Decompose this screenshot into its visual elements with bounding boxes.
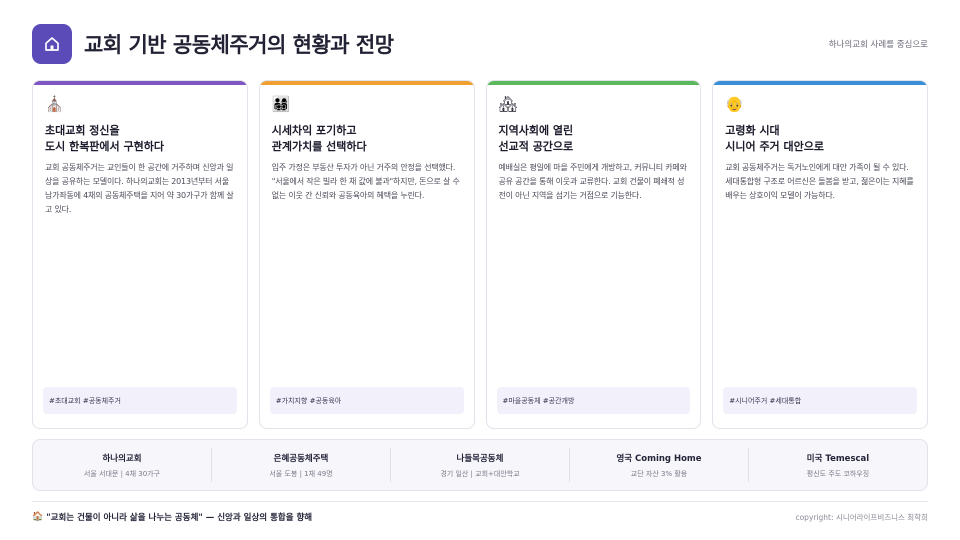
card-body: 예배실은 평일에 마을 주민에게 개방하고, 커뮤니티 카페와 공유 공간을 통…	[498, 163, 687, 200]
card-tags: #초대교회 #공동체주거	[43, 387, 237, 414]
example-item: 영국 Coming Home 교단 자산 3% 활용	[570, 448, 749, 482]
card-early-church: ⛪ 초대교회 정신을 도시 한복판에서 구현하다 교회 공동체주거는 교인들이 …	[32, 80, 248, 429]
header: 교회 기반 공동체주거의 현황과 전망 하나의교회 사례를 중심으로	[32, 24, 928, 64]
example-name: 은혜공동체주택	[273, 453, 329, 464]
card-title: 시세차익 포기하고 관계가치를 선택하다	[272, 123, 462, 155]
home-icon: 🏠	[32, 512, 44, 522]
example-detail: 교단 자산 3% 활용	[630, 469, 688, 478]
card-title: 초대교회 정신을 도시 한복판에서 구현하다	[45, 123, 235, 155]
church-icon: ⛪	[45, 95, 64, 113]
example-detail: 서울 도봉 | 1채 49명	[269, 469, 333, 478]
card-title-line: 시세차익 포기하고	[271, 124, 357, 137]
card-body: 교회 공동체주거는 독거노인에게 대안 가족이 될 수 있다. 세대통합형 구조…	[725, 163, 914, 200]
example-detail: 평신도 주도 코하우징	[806, 469, 870, 478]
card-senior-housing: 👴 고령화 시대 시니어 주거 대안으로 교회 공동체주거는 독거노인에게 대안…	[712, 80, 928, 429]
card-tags: #마을공동체 #공간개방	[496, 387, 691, 414]
example-name: 나들목공동체	[456, 453, 504, 464]
example-item: 하나의교회 서울 서대문 | 4채 30가구	[33, 448, 212, 482]
card-title: 고령화 시대 시니어 주거 대안으로	[725, 123, 915, 155]
card-missional-space: 🏘 지역사회에 열린 선교적 공간으로 예배실은 평일에 마을 주민에게 개방하…	[485, 80, 702, 429]
example-item: 나들목공동체 경기 일산 | 교회+대안학교	[391, 448, 570, 482]
card-title-line: 관계가치를 선택하다	[271, 140, 367, 153]
footer: 🏠 "교회는 건물이 아니라 삶을 나누는 공동체" — 신앙과 일상의 통합을…	[32, 510, 928, 524]
card-tags: #시니어주거 #세대통합	[723, 387, 917, 414]
card-grid: ⛪ 초대교회 정신을 도시 한복판에서 구현하다 교회 공동체주거는 교인들이 …	[32, 80, 928, 429]
houses-icon: 🏘	[498, 95, 518, 113]
card-body: 교회 공동체주거는 교인들이 한 공간에 거주하며 신앙과 일상을 공유하는 모…	[45, 163, 234, 214]
card-accent-bar	[259, 81, 474, 85]
example-item: 미국 Temescal 평신도 주도 코하우징	[749, 448, 927, 482]
example-name: 영국 Coming Home	[616, 453, 702, 464]
home-icon	[32, 24, 72, 64]
card-title-line: 도시 한복판에서 구현하다	[45, 140, 164, 153]
card-title-line: 선교적 공간으로	[498, 140, 574, 153]
elder-icon: 👴	[725, 95, 744, 113]
card-relational-value: 👨‍👩‍👧‍👦 시세차익 포기하고 관계가치를 선택하다 입주 가정은 부동산 …	[258, 80, 475, 429]
card-accent-bar	[713, 81, 927, 85]
card-tags: #가치지향 #공동육아	[269, 387, 464, 414]
card-title: 지역사회에 열린 선교적 공간으로	[499, 123, 689, 155]
family-icon: 👨‍👩‍👧‍👦	[271, 95, 291, 113]
example-item: 은혜공동체주택 서울 도봉 | 1채 49명	[212, 448, 391, 482]
card-body: 입주 가정은 부동산 투자가 아닌 거주의 안정을 선택했다. "서울에서 작은…	[271, 163, 460, 200]
card-accent-bar	[486, 81, 701, 85]
footer-quote: "교회는 건물이 아니라 삶을 나누는 공동체" — 신앙과 일상의 통합을 향…	[46, 513, 313, 523]
card-accent-bar	[33, 81, 247, 85]
page-subtitle: 하나의교회 사례를 중심으로	[828, 40, 928, 50]
card-title-line: 시니어 주거 대안으로	[725, 140, 824, 153]
footer-copyright: copyright: 시니어라이프비즈니스 최학희	[795, 512, 928, 522]
page-title: 교회 기반 공동체주거의 현황과 전망	[84, 33, 394, 57]
example-detail: 서울 서대문 | 4채 30가구	[83, 469, 161, 478]
card-title-line: 고령화 시대	[725, 124, 780, 137]
examples-strip: 하나의교회 서울 서대문 | 4채 30가구 은혜공동체주택 서울 도봉 | 1…	[32, 439, 928, 491]
card-title-line: 지역사회에 열린	[498, 124, 574, 137]
example-detail: 경기 일산 | 교회+대안학교	[440, 469, 520, 478]
footer-divider	[32, 501, 928, 502]
example-name: 하나의교회	[102, 453, 142, 464]
card-title-line: 초대교회 정신을	[45, 124, 120, 137]
example-name: 미국 Temescal	[806, 453, 870, 464]
